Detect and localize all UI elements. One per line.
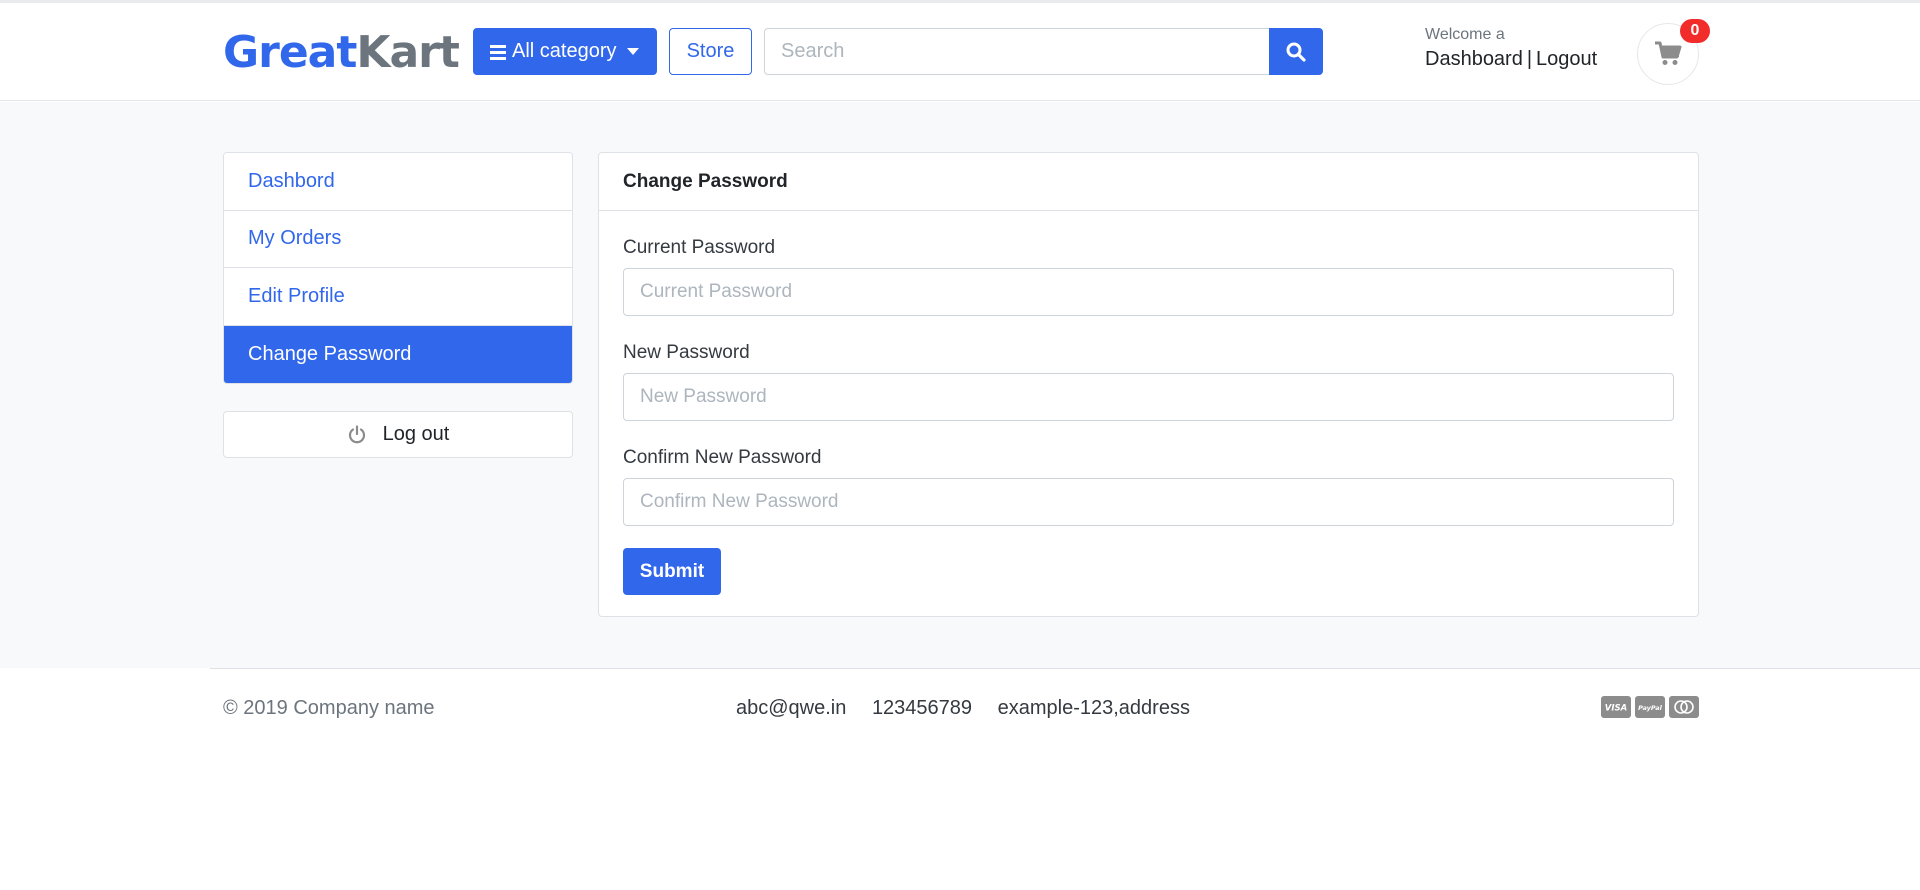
- store-button[interactable]: Store: [669, 28, 752, 75]
- search-input[interactable]: [764, 28, 1270, 75]
- mastercard-icon: [1669, 696, 1699, 718]
- sidebar-item-dashboard[interactable]: Dashbord: [224, 153, 572, 211]
- contact-info: abc@qwe.in 123456789 example-123,address: [736, 697, 1210, 720]
- brand-logo-part2: Kart: [356, 27, 460, 78]
- menu-bars-icon: [490, 44, 506, 60]
- site-header: GreatKart All category Store Welcome a D…: [0, 3, 1920, 101]
- card-title: Change Password: [599, 153, 1698, 211]
- welcome-text: Welcome a: [1425, 26, 1505, 43]
- power-icon: [348, 424, 365, 443]
- sidebar-item-my-orders[interactable]: My Orders: [224, 210, 572, 268]
- confirm-password-input[interactable]: [623, 478, 1674, 526]
- current-password-input[interactable]: [623, 268, 1674, 316]
- shopping-cart-icon: [1655, 41, 1682, 65]
- svg-text:PayPal: PayPal: [1638, 704, 1662, 712]
- paypal-icon: PayPal: [1635, 696, 1665, 718]
- brand-logo-part1: Great: [223, 27, 357, 78]
- contact-email: abc@qwe.in: [736, 697, 847, 719]
- user-links: Dashboard | Logout: [1425, 48, 1597, 71]
- all-category-dropdown[interactable]: All category: [473, 28, 657, 75]
- sidebar-item-change-password[interactable]: Change Password: [224, 325, 572, 383]
- cart-count-badge: 0: [1680, 19, 1710, 43]
- link-separator: |: [1526, 48, 1533, 70]
- change-password-card: Change Password Current Password New Pas…: [598, 152, 1699, 617]
- search-button[interactable]: [1269, 28, 1323, 75]
- brand-logo[interactable]: GreatKart: [223, 25, 460, 81]
- site-footer: © 2019 Company name abc@qwe.in 123456789…: [0, 669, 1920, 745]
- contact-phone: 123456789: [871, 697, 973, 719]
- confirm-password-label: Confirm New Password: [623, 447, 822, 468]
- svg-text:VISA: VISA: [1605, 704, 1627, 713]
- search-icon: [1286, 42, 1306, 62]
- new-password-input[interactable]: [623, 373, 1674, 421]
- logout-button[interactable]: Log out: [223, 411, 573, 458]
- contact-address: example-123,address: [997, 697, 1190, 719]
- dashboard-link[interactable]: Dashboard: [1425, 48, 1523, 70]
- submit-button[interactable]: Submit: [623, 548, 721, 595]
- change-password-form: Current Password New Password Confirm Ne…: [599, 237, 1698, 595]
- copyright-text: © 2019 Company name: [223, 697, 435, 719]
- account-sidebar: Dashbord My Orders Edit Profile Change P…: [223, 152, 573, 384]
- new-password-label: New Password: [623, 342, 750, 363]
- caret-down-icon: [626, 48, 639, 55]
- current-password-label: Current Password: [623, 237, 776, 258]
- logout-label: Log out: [382, 423, 450, 445]
- visa-icon: VISA: [1601, 696, 1631, 718]
- logout-link[interactable]: Logout: [1536, 48, 1597, 70]
- all-category-label: All category: [512, 40, 617, 62]
- sidebar-item-edit-profile[interactable]: Edit Profile: [224, 268, 572, 326]
- payment-methods: VISA PayPal: [1601, 696, 1699, 718]
